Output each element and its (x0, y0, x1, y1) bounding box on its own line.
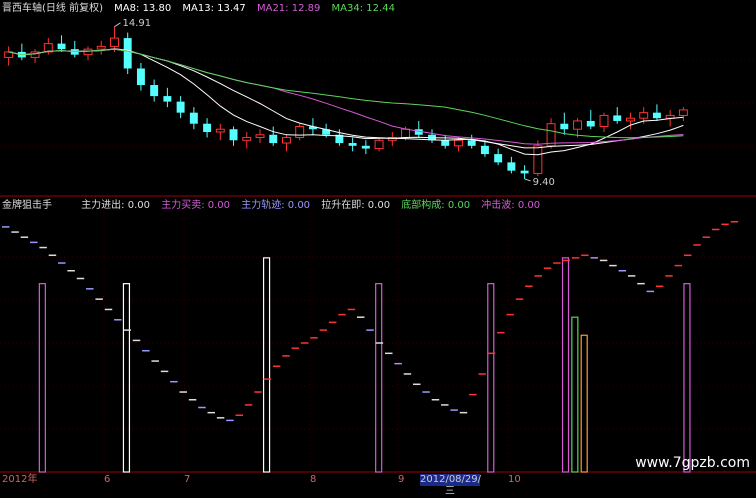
indicator-title: 金牌狙击手 (2, 200, 52, 211)
x-tick-label: 8 (310, 474, 317, 485)
signal-bar (38, 283, 46, 473)
candle-body (613, 115, 622, 121)
low-pointer (524, 178, 531, 182)
ma13-indicator: MA13: 13.47 (182, 3, 246, 14)
x-tick-label: 9 (398, 474, 405, 485)
candle-body (70, 49, 79, 55)
ma21-indicator: MA21: 12.89 (256, 3, 321, 14)
candle-body (150, 85, 159, 97)
candle-body (453, 139, 463, 147)
ma8-line (8, 48, 684, 156)
moving-average-lines (8, 48, 684, 156)
top-panel-grid (0, 59, 756, 147)
cursor-date: 2012/08/29/三 (420, 474, 482, 497)
candle-body (361, 145, 370, 149)
ma34-line (8, 48, 684, 139)
chart-canvas: 14.91 9.40 (0, 18, 756, 473)
shockwave-indicator: 冲击波: 0.00 (481, 200, 541, 211)
candle-body (242, 137, 252, 141)
candle-body (507, 162, 516, 171)
signal-bar (571, 316, 579, 473)
signal-bar (580, 334, 588, 473)
candle-body (348, 143, 357, 146)
candle-body (374, 139, 384, 150)
stock-title: 晋西车轴(日线 前复权) (2, 3, 103, 14)
signal-bar (683, 283, 691, 473)
bottom-formed-indicator: 底部构成: 0.00 (401, 200, 471, 211)
candle-body (480, 145, 489, 155)
x-tick-label: 6 (104, 474, 111, 485)
candle-body (546, 123, 556, 147)
candle-body (57, 43, 66, 50)
candle-body (136, 68, 145, 86)
low-price-label: 9.40 (533, 177, 555, 188)
candle-body (295, 125, 305, 139)
high-price-label: 14.91 (122, 18, 151, 29)
pull-up-indicator: 拉升在即: 0.00 (321, 200, 391, 211)
ma21-line (8, 48, 684, 145)
top-panel-header: 晋西车轴(日线 前复权) MA8: 13.80 MA13: 13.47 MA21… (2, 3, 403, 15)
candle-body (163, 96, 172, 102)
x-tick-label: 7 (184, 474, 191, 485)
candle-body (109, 37, 119, 47)
candle-body (573, 120, 583, 130)
ma13-line (8, 48, 684, 149)
candle-body (189, 112, 198, 124)
ma34-indicator: MA34: 12.44 (331, 3, 395, 14)
high-pointer (114, 22, 121, 28)
main-trade-indicator: 主力买卖: 0.00 (161, 200, 231, 211)
signal-bar (262, 257, 271, 473)
ma8-indicator: MA8: 13.80 (114, 3, 172, 14)
candle-body (678, 109, 688, 116)
candle-body (625, 117, 635, 122)
candle-body (441, 140, 450, 146)
candle-body (123, 38, 132, 69)
signal-bar (487, 283, 495, 473)
x-tick-label: 2012年 (2, 474, 38, 485)
signal-bar (375, 283, 383, 473)
indicator-step-line (2, 220, 739, 422)
candle-body (96, 45, 106, 50)
candle-body (586, 120, 595, 127)
bottom-panel-header: 金牌狙击手 主力进出: 0.00 主力买卖: 0.00 主力轨迹: 0.00 拉… (2, 200, 548, 212)
main-track-indicator: 主力轨迹: 0.00 (241, 200, 311, 211)
signal-bar (561, 257, 570, 473)
candle-body (494, 154, 503, 163)
candle-body (560, 123, 569, 130)
candle-body (401, 128, 411, 139)
candle-body (176, 101, 185, 113)
watermark: www.7gpzb.com (635, 455, 750, 471)
candle-body (83, 48, 93, 56)
candle-body (281, 137, 291, 144)
candle-body (652, 112, 661, 119)
candle-body (467, 140, 476, 146)
chart-stage: 14.91 9.40 晋西车轴(日线 前复权) MA8: 13.80 MA13: … (0, 0, 756, 497)
candle-body (255, 134, 265, 139)
signal-bar (122, 283, 131, 473)
candle-body (520, 170, 529, 174)
candle-body (599, 114, 609, 127)
bottom-panel-grid (0, 200, 756, 473)
candle-body (269, 134, 278, 144)
candle-body (639, 112, 649, 119)
main-flow-indicator: 主力进出: 0.00 (81, 200, 151, 211)
candle-body (203, 123, 212, 132)
candle-body (229, 129, 238, 141)
x-tick-label: 10 (508, 474, 521, 485)
candle-body (533, 145, 543, 174)
candle-body (215, 128, 225, 133)
